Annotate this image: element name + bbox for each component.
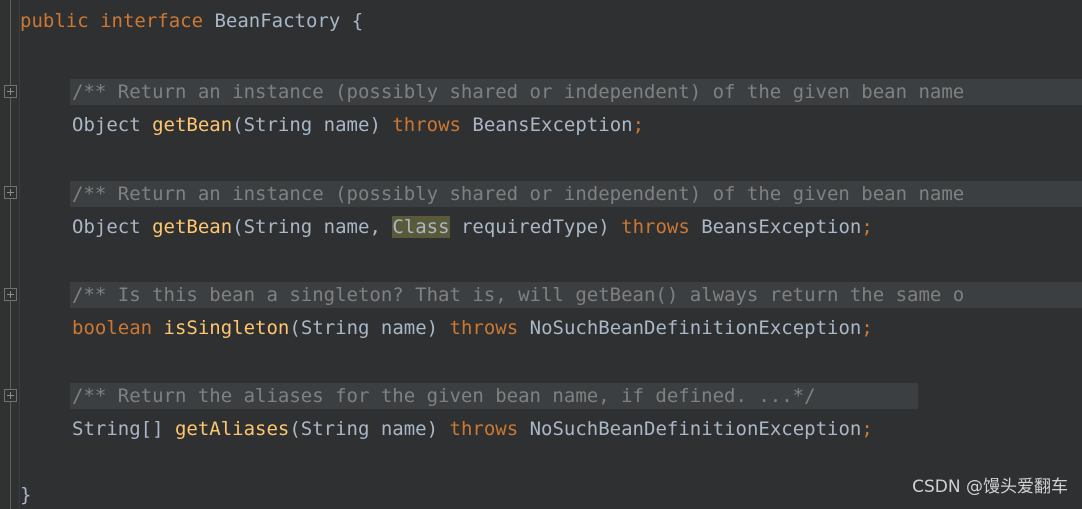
code-token-hl-ident: Class — [392, 216, 450, 238]
code-token-punc: { — [340, 10, 364, 32]
line-getaliases[interactable]: String[] getAliases(String name) throws … — [0, 412, 873, 446]
code-token-semi: ; — [632, 114, 645, 136]
code-token-ident: Object — [72, 216, 153, 238]
code-token-ident: Object — [72, 114, 153, 136]
code-token-punc: } — [20, 484, 32, 506]
code-token-comment: /** Return the aliases for the given bea… — [72, 385, 816, 407]
code-token-ident: BeansException — [472, 114, 633, 136]
code-token-comment: /** Is this bean a singleton? That is, w… — [72, 284, 965, 306]
code-token-ident: String name — [300, 418, 427, 440]
code-token-comment: /** Return an instance (possibly shared … — [72, 81, 965, 103]
line-declaration[interactable]: public interface BeanFactory { — [0, 4, 363, 38]
code-token-method: getAliases — [174, 418, 290, 440]
code-token-semi: ; — [861, 317, 873, 339]
code-token-ident: requiredType — [449, 216, 599, 238]
code-token-method: isSingleton — [163, 317, 290, 339]
code-token-ident: BeansException — [701, 216, 862, 238]
code-fold-rail — [10, 0, 11, 509]
code-token-punc: ( — [232, 114, 244, 136]
code-token-kw: throws — [392, 114, 473, 136]
line-getbean-1[interactable]: Object getBean(String name) throws Beans… — [0, 108, 644, 142]
gutter-divider — [19, 0, 20, 509]
code-token-punc: ( — [289, 418, 301, 440]
code-token-kw: boolean — [72, 317, 164, 339]
line-getbean-2[interactable]: Object getBean(String name, Class requir… — [0, 210, 873, 244]
code-token-kw: throws — [449, 418, 530, 440]
code-token-comment: /** Return an instance (possibly shared … — [72, 183, 965, 205]
fold-marker-3-icon[interactable] — [4, 288, 17, 301]
code-token-punc: ( — [232, 216, 244, 238]
code-token-semi: ; — [861, 418, 873, 440]
code-token-ident: String name — [243, 114, 370, 136]
code-token-kw: throws — [449, 317, 530, 339]
code-token-ident: String[] — [72, 418, 175, 440]
code-token-punc: ) — [426, 418, 450, 440]
code-token-ident: NoSuchBeanDefinitionException — [529, 317, 862, 339]
code-content[interactable]: public interface BeanFactory { /** Return… — [0, 0, 1082, 509]
code-token-ident: String name — [300, 317, 427, 339]
line-issingleton[interactable]: boolean isSingleton(String name) throws … — [0, 311, 873, 345]
code-token-ident: NoSuchBeanDefinitionException — [529, 418, 862, 440]
code-token-semi: ; — [861, 216, 873, 238]
code-token-punc: ( — [289, 317, 301, 339]
code-token-method: getBean — [152, 114, 233, 136]
code-editor[interactable]: public interface BeanFactory { /** Return… — [0, 0, 1082, 509]
fold-marker-4-icon[interactable] — [4, 389, 17, 402]
code-token-method: getBean — [152, 216, 233, 238]
code-token-kw: public interface — [20, 10, 215, 32]
fold-marker-1-icon[interactable] — [4, 85, 17, 98]
csdn-watermark: CSDN @馒头爱翻车 — [912, 477, 1068, 497]
code-token-ident: String name, — [243, 216, 393, 238]
code-token-punc: ) — [598, 216, 622, 238]
code-token-kw: throws — [621, 216, 702, 238]
code-token-punc: ) — [369, 114, 393, 136]
fold-marker-2-icon[interactable] — [4, 186, 17, 199]
code-token-punc: ) — [426, 317, 450, 339]
code-token-ident: BeanFactory — [214, 10, 341, 32]
